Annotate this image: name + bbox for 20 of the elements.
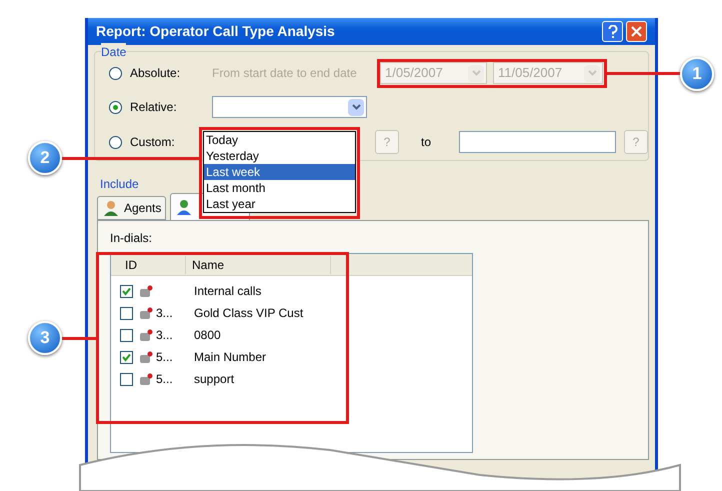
id-cell-text: 5...: [156, 371, 174, 388]
to-label: to: [421, 134, 432, 151]
callout-number: 3: [28, 321, 62, 355]
name-cell-text: Main Number: [194, 349, 266, 366]
list-label: In-dials:: [110, 230, 154, 247]
group-label: Include: [100, 176, 139, 193]
callout-number: 1: [680, 57, 714, 91]
id-cell-text: 5...: [156, 349, 174, 366]
callout-number: 2: [28, 141, 62, 175]
window-title: Report: Operator Call Type Analysis: [96, 22, 335, 41]
id-cell-text: 3...: [156, 305, 174, 322]
hint-text: From start date to end date: [212, 65, 358, 82]
id-cell-text: 3...: [156, 327, 174, 344]
name-cell-text: Gold Class VIP Cust: [194, 305, 304, 322]
name-cell-text: 0800: [194, 327, 221, 344]
radio-label: Absolute:: [130, 65, 182, 82]
radio-label: Custom:: [130, 134, 176, 151]
name-cell-text: support: [194, 371, 234, 388]
radio-label: Relative:: [130, 99, 178, 116]
name-cell-text: Internal calls: [194, 283, 262, 300]
